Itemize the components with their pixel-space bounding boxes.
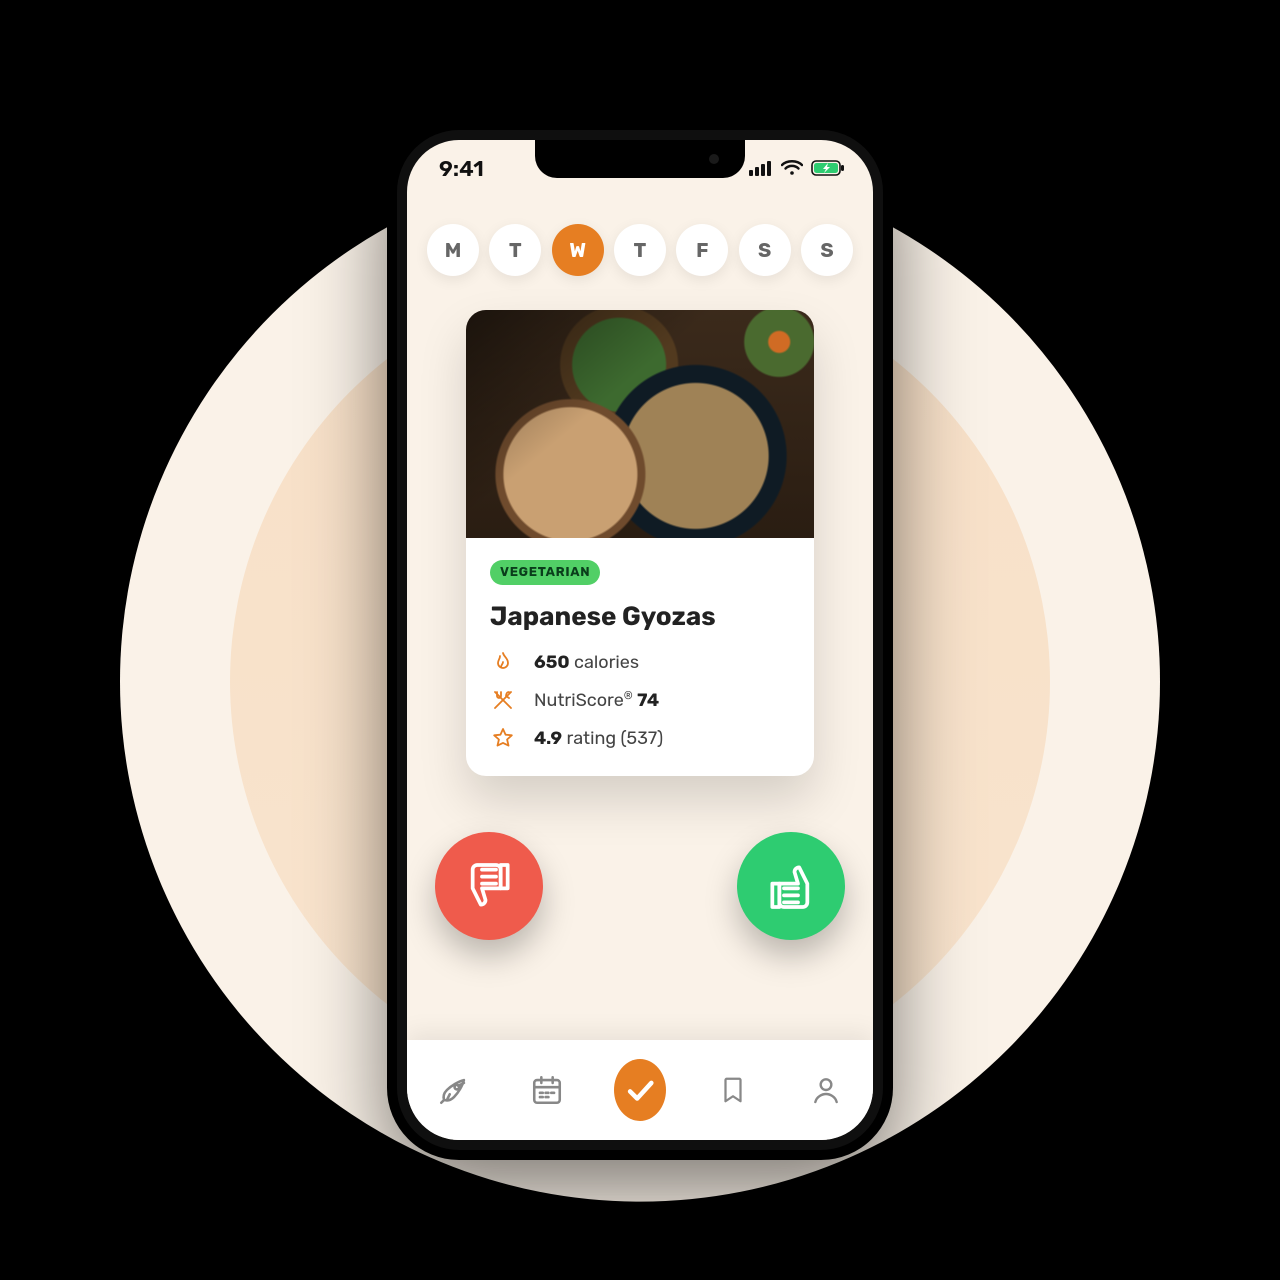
nutriscore-text: NutriScore® 74 — [534, 689, 659, 711]
nav-calendar[interactable] — [521, 1064, 573, 1116]
diet-badge: VEGETARIAN — [490, 560, 600, 585]
nav-explore[interactable] — [428, 1064, 480, 1116]
meal-title: Japanese Gyozas — [490, 601, 790, 632]
cellular-icon — [749, 160, 773, 176]
app-screen: 9:41 — [407, 140, 873, 1140]
nutriscore-reg: ® — [624, 689, 633, 702]
day-monday[interactable]: M — [427, 224, 479, 276]
wifi-icon — [781, 160, 803, 176]
flame-icon — [490, 650, 516, 674]
thumbs-down-icon — [461, 858, 517, 914]
rating-text: 4.9 rating (537) — [534, 727, 663, 749]
week-selector: M T W T F S S — [407, 196, 873, 286]
day-sunday[interactable]: S — [801, 224, 853, 276]
calories-value: 650 — [534, 651, 570, 673]
nav-primary-pill — [614, 1059, 666, 1121]
calendar-icon — [530, 1073, 564, 1107]
status-indicators — [749, 160, 845, 176]
nutriscore-label: NutriScore — [534, 689, 624, 711]
rating-word: rating — [567, 727, 617, 749]
day-thursday[interactable]: T — [614, 224, 666, 276]
star-icon — [490, 726, 516, 750]
meal-facts: 650 calories Nutr — [490, 650, 790, 750]
calories-unit: calories — [574, 651, 639, 673]
fact-calories: 650 calories — [490, 650, 790, 674]
user-icon — [810, 1073, 842, 1107]
fact-nutriscore: NutriScore® 74 — [490, 688, 790, 712]
nav-saved[interactable] — [707, 1064, 759, 1116]
fact-rating: 4.9 rating (537) — [490, 726, 790, 750]
nav-today[interactable] — [614, 1064, 666, 1116]
nutriscore-value: 74 — [637, 689, 659, 711]
day-wednesday[interactable]: W — [552, 224, 604, 276]
day-friday[interactable]: F — [676, 224, 728, 276]
meal-card[interactable]: VEGETARIAN Japanese Gyozas 650 calories — [466, 310, 814, 776]
status-time: 9:41 — [439, 155, 484, 182]
bookmark-icon — [718, 1073, 748, 1107]
device-notch — [535, 140, 745, 178]
battery-charging-icon — [811, 160, 845, 176]
cutlery-icon — [490, 688, 516, 712]
dislike-button[interactable] — [435, 832, 543, 940]
nav-profile[interactable] — [800, 1064, 852, 1116]
day-tuesday[interactable]: T — [489, 224, 541, 276]
day-saturday[interactable]: S — [739, 224, 791, 276]
bottom-nav — [407, 1040, 873, 1140]
rating-value: 4.9 — [534, 727, 562, 749]
rating-count: (537) — [621, 727, 664, 749]
swipe-actions — [407, 776, 873, 940]
like-button[interactable] — [737, 832, 845, 940]
thumbs-up-icon — [763, 858, 819, 914]
calories-text: 650 calories — [534, 651, 639, 673]
meal-card-body: VEGETARIAN Japanese Gyozas 650 calories — [466, 538, 814, 776]
phone-frame: 9:41 — [387, 120, 893, 1160]
meal-hero-image — [466, 310, 814, 538]
rocket-icon — [437, 1073, 471, 1107]
check-icon — [623, 1073, 657, 1107]
